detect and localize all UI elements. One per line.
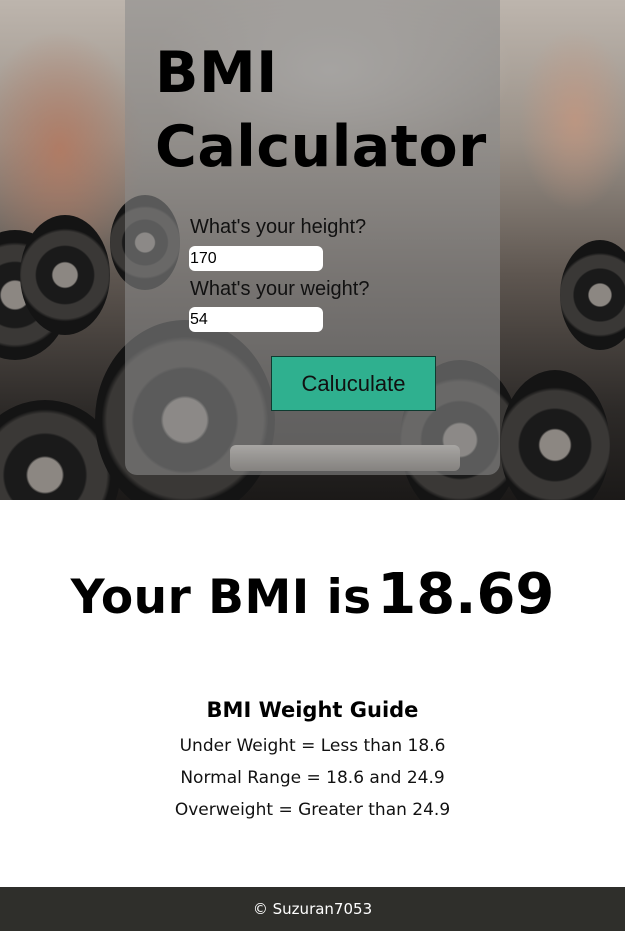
bmi-result-prefix: Your BMI is [70,570,372,625]
height-input[interactable] [189,246,323,271]
bmi-result: Your BMI is 18.69 [0,562,625,627]
dumbbell-plate-decor [500,370,610,500]
dumbbell-plate-decor [560,240,625,350]
guide-line-normal: Normal Range = 18.6 and 24.9 [180,768,445,788]
height-label: What's your height? [190,216,367,238]
bmi-guide-title: BMI Weight Guide [206,698,419,722]
calculate-button[interactable]: Caluculate [271,356,436,411]
page-title: BMI Calculator [155,40,487,180]
weight-label: What's your weight? [190,278,370,300]
footer: © Suzuran7053 [0,887,625,931]
guide-line-underweight: Under Weight = Less than 18.6 [179,736,446,756]
footer-copyright: © Suzuran7053 [252,900,373,918]
weight-input[interactable] [189,307,323,332]
dumbbell-plate-decor [20,215,110,335]
guide-line-overweight: Overweight = Greater than 24.9 [174,800,451,820]
bmi-result-value: 18.69 [377,562,555,627]
